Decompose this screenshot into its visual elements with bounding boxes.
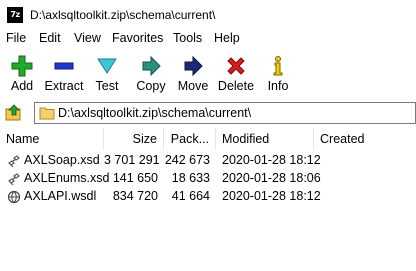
file-name: AXLEnums.xsd (24, 171, 110, 185)
column-header-row: Name Size Pack... Modified Created (0, 128, 416, 150)
copy-label: Copy (136, 79, 166, 93)
delete-label: Delete (217, 79, 255, 93)
test-label: Test (95, 79, 119, 93)
file-list: Name Size Pack... Modified Created AXLSo… (0, 128, 416, 271)
file-name: AXLAPI.wsdl (24, 189, 97, 203)
add-icon (11, 55, 33, 77)
address-path: D:\axlsqltoolkit.zip\schema\current\ (58, 106, 252, 120)
copy-icon (142, 55, 161, 77)
file-row[interactable]: AXLSoap.xsd 3 701 291 242 673 2020-01-28… (0, 152, 416, 169)
menu-tools[interactable]: Tools (173, 31, 202, 45)
column-header-size[interactable]: Size (104, 128, 164, 150)
column-header-name[interactable]: Name (0, 128, 104, 150)
move-label: Move (177, 79, 209, 93)
info-label: Info (267, 79, 289, 93)
file-packed-size: 18 633 (171, 171, 210, 185)
column-header-created[interactable]: Created (314, 128, 416, 150)
menu-view[interactable]: View (74, 31, 101, 45)
file-modified: 2020-01-28 18:12 (222, 189, 321, 203)
test-icon (97, 58, 117, 74)
menu-file[interactable]: File (6, 31, 26, 45)
menu-help[interactable]: Help (214, 31, 240, 45)
file-name: AXLSoap.xsd (24, 153, 100, 167)
info-icon (273, 56, 283, 76)
window-title: D:\axlsqltoolkit.zip\schema\current\ (30, 8, 216, 22)
move-button[interactable]: Move (171, 52, 215, 96)
file-packed-size: 41 664 (171, 189, 210, 203)
extract-icon (54, 62, 74, 70)
menu-favorites[interactable]: Favorites (112, 31, 163, 45)
xsd-file-icon (8, 173, 20, 186)
test-button[interactable]: Test (85, 52, 129, 96)
file-size: 141 650 (112, 171, 158, 185)
file-size: 834 720 (112, 189, 158, 203)
add-button[interactable]: Add (0, 52, 44, 96)
address-input[interactable]: D:\axlsqltoolkit.zip\schema\current\ (34, 102, 416, 124)
move-icon (184, 55, 203, 77)
address-bar: D:\axlsqltoolkit.zip\schema\current\ (0, 100, 416, 126)
file-size: 3 701 291 (104, 153, 160, 167)
file-modified: 2020-01-28 18:06 (222, 171, 321, 185)
file-row[interactable]: AXLAPI.wsdl 834 720 41 664 2020-01-28 18… (0, 188, 416, 205)
file-row[interactable]: AXLEnums.xsd 141 650 18 633 2020-01-28 1… (0, 170, 416, 187)
delete-icon (227, 57, 245, 75)
delete-button[interactable]: Delete (214, 52, 258, 96)
menu-edit[interactable]: Edit (39, 31, 61, 45)
extract-button[interactable]: Extract (42, 52, 86, 96)
extract-label: Extract (44, 79, 84, 93)
column-header-modified[interactable]: Modified (216, 128, 314, 150)
toolbar: Add Extract Test Copy Move Delete Info (0, 52, 416, 96)
7zip-app-icon: 7z (7, 7, 23, 23)
xsd-file-icon (8, 155, 20, 168)
title-bar: 7z D:\axlsqltoolkit.zip\schema\current\ (0, 0, 416, 30)
menu-bar: File Edit View Favorites Tools Help (0, 30, 416, 49)
add-label: Add (10, 79, 34, 93)
folder-icon (39, 107, 55, 120)
wsdl-file-icon (7, 190, 21, 204)
copy-button[interactable]: Copy (129, 52, 173, 96)
column-header-packed[interactable]: Pack... (164, 128, 216, 150)
info-button[interactable]: Info (256, 52, 300, 96)
folder-up-icon[interactable] (5, 104, 23, 122)
file-packed-size: 242 673 (164, 153, 210, 167)
file-modified: 2020-01-28 18:12 (222, 153, 321, 167)
